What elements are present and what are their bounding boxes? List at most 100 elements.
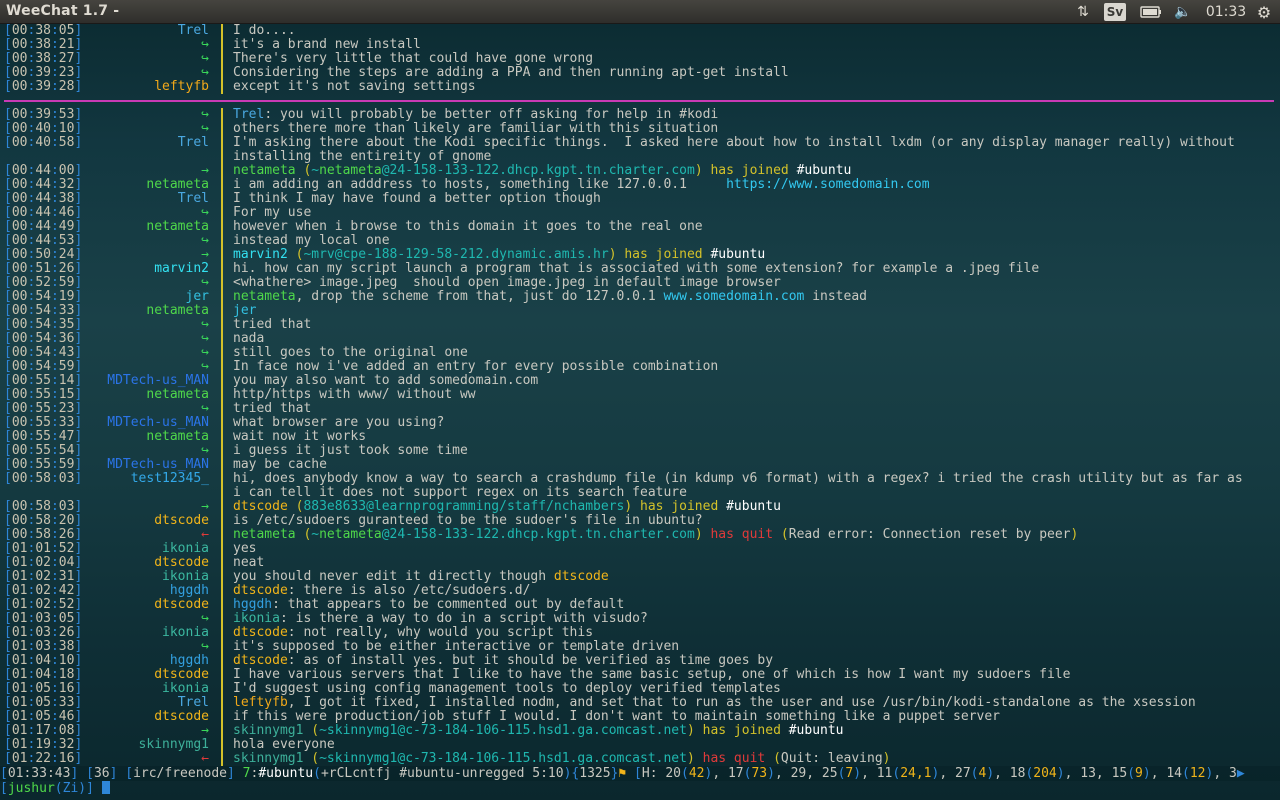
message-continuation: installing the entireity of gnome [233,149,492,164]
nick-separator [221,416,223,430]
nick-label[interactable]: skinnymg1 [139,738,209,752]
nick-label[interactable]: ikonia [162,542,209,556]
timestamp: [00:54:33] [4,303,83,318]
timestamp: [00:55:14] [4,373,83,388]
message-segment: : not really, why would you script this [287,625,594,640]
nick-label[interactable]: MDTech-us_MAN [107,416,209,430]
timestamp-part: 16 [58,751,75,766]
timestamp-part: 58 [35,471,51,486]
battery-icon[interactable] [1138,2,1164,22]
nick-label[interactable]: ikonia [162,682,209,696]
timestamp-part: 39 [35,65,51,80]
nick-label[interactable]: MDTech-us_MAN [107,374,209,388]
nick-separator [221,724,223,738]
nick-label[interactable]: netameta [146,430,209,444]
message-segment: instead [804,289,867,304]
nick-label[interactable]: jer [186,290,209,304]
timestamp-part: 00 [11,205,28,220]
message-segment: netameta [233,163,296,178]
status-segment: [ [125,766,134,781]
volume-icon[interactable]: 🔈 [1172,2,1194,22]
chat-line: [00:54:59] ↪ In face now i've added an ent… [0,360,1280,374]
nick-separator [221,752,223,766]
timestamp-part: 39 [35,107,51,122]
chat-line: [01:22:16] ← skinnymg1 (~skinnymg1@c-73-18… [0,752,1280,766]
nick-label[interactable]: MDTech-us_MAN [107,458,209,472]
nick-label[interactable]: Trel [178,192,209,206]
message-segment: ) [694,527,703,542]
keyboard-layout-indicator[interactable]: Sv [1104,3,1126,21]
message-segment: i am adding an adddress to hosts, someth… [233,177,727,192]
timestamp-part: 00 [11,79,28,94]
nick-label[interactable]: hggdh [170,654,209,668]
timestamp-part: 38 [58,191,75,206]
nick-label[interactable]: test12345_ [131,472,209,486]
message-segment: Trel [233,107,265,122]
input-bar[interactable]: [jushur(Zi)] [0,781,1280,797]
message-segment: ( [311,751,320,766]
timestamp: [00:54:35] [4,317,83,332]
timestamp-part: 38 [35,37,51,52]
message-segment: Quit: leaving [780,751,883,766]
status-segment: 01:33:43 [7,766,71,781]
status-segment: , 3 [1213,766,1237,781]
nick-label[interactable]: ikonia [162,570,209,584]
message-text: instead my local one [233,234,390,248]
nick-separator [221,584,223,598]
timestamp: [00:39:28] [4,79,83,94]
nick-label[interactable]: Trel [178,696,209,710]
message-text: if this were production/job stuff I woul… [233,710,1000,724]
message-segment: tried that [233,401,312,416]
continuation-arrow-icon: ↪ [201,233,209,248]
nick-label[interactable]: dtscode [154,710,209,724]
message-text: I'm asking there about the Kodi specific… [233,136,1235,150]
status-segment: ) [986,766,995,781]
nick-label[interactable]: ikonia [162,626,209,640]
message-text: <whathere> image.jpeg should open image.… [233,276,781,290]
network-sync-icon[interactable]: ⇅ [1072,2,1094,22]
nick-label[interactable]: netameta [146,178,209,192]
clock[interactable]: 01:33 [1204,2,1248,22]
message-segment: you should never edit it directly though [233,569,554,584]
message-segment: : there is also /etc/sudoers.d/ [287,583,531,598]
timestamp-part: 00 [11,219,28,234]
timestamp: [00:55:54] [4,443,83,458]
nick-label[interactable]: netameta [146,388,209,402]
timestamp: [00:55:23] [4,401,83,416]
message-segment: tried that [233,317,312,332]
nick-label[interactable]: dtscode [154,514,209,528]
nick-label[interactable]: netameta [146,220,209,234]
nick-label[interactable]: marvin2 [154,262,209,276]
continuation-arrow-icon: ↪ [201,107,209,122]
chat-buffer[interactable]: [00:38:05] Trel I do.... [00:38:21] ↪ it's a … [0,24,1280,766]
timestamp: [00:54:43] [4,345,83,360]
message-text: hi, does anybody know a way to search a … [233,472,1243,486]
chat-line: i can tell it does not support regex on … [0,486,1280,500]
timestamp-part: 04 [58,555,75,570]
timestamp: [00:38:27] [4,51,83,66]
nick-label[interactable]: dtscode [154,598,209,612]
timestamp-part: 00 [11,471,28,486]
nick-separator [221,332,223,346]
nick-label[interactable]: dtscode [154,668,209,682]
timestamp-part: 55 [35,443,51,458]
message-link[interactable]: https://www.somedomain.com [726,177,930,192]
settings-gear-icon[interactable]: ⚙ [1254,2,1274,22]
timestamp: [00:52:59] [4,275,83,290]
nick-label[interactable]: leftyfb [154,80,209,94]
timestamp-part: 58 [35,499,51,514]
timestamp-part: 03 [35,625,51,640]
nick-label[interactable]: hggdh [170,584,209,598]
message-text: tried that [233,318,311,332]
message-segment: yes [233,541,257,556]
nick-label[interactable]: netameta [146,304,209,318]
timestamp-part: 20 [58,513,75,528]
nick-label[interactable]: Trel [178,136,209,150]
timestamp-part: 00 [11,415,28,430]
nick-label[interactable]: Trel [178,24,209,38]
nick-label[interactable]: dtscode [154,556,209,570]
status-segment: ( [1182,766,1190,781]
message-segment: I do.... [233,23,296,38]
message-link[interactable]: www.somedomain.com [663,289,804,304]
message-segment: : is there a way to do in a script with … [279,611,648,626]
